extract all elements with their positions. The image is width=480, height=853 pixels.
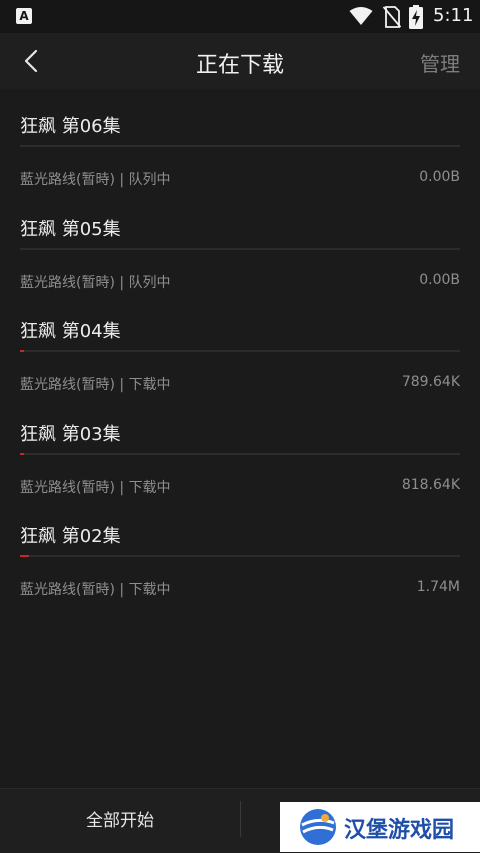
page-title: 正在下载 bbox=[195, 53, 284, 78]
no-sim-icon bbox=[383, 6, 401, 28]
wifi-icon bbox=[349, 7, 373, 25]
source-label: 藍光路线(暂時) bbox=[20, 377, 115, 393]
download-size: 0.00B bbox=[419, 169, 460, 185]
download-list: 狂飙 第06集 藍光路线(暂時) | 队列中 0.00B 狂飙 第05集 藍光路… bbox=[0, 89, 480, 602]
source-label: 藍光路线(暂時) bbox=[20, 479, 115, 496]
app-notification-icon: A bbox=[16, 8, 32, 24]
progress-bar bbox=[20, 145, 460, 147]
status-label: 队列中 bbox=[128, 172, 171, 188]
status-label: 下载中 bbox=[128, 582, 171, 598]
status-label: 下载中 bbox=[128, 479, 171, 496]
download-item-05[interactable]: 狂飙 第05集 藍光路线(暂時) | 队列中 0.00B bbox=[0, 192, 480, 295]
download-item-06[interactable]: 狂飙 第06集 藍光路线(暂時) | 队列中 0.00B bbox=[0, 89, 480, 192]
download-item-02[interactable]: 狂飙 第02集 藍光路线(暂時) | 下载中 1.74M bbox=[0, 499, 480, 602]
progress-fill bbox=[20, 555, 29, 557]
download-item-04[interactable]: 狂飙 第04集 藍光路线(暂時) | 下载中 789.64K bbox=[0, 294, 480, 397]
manage-button[interactable]: 管理 bbox=[420, 48, 460, 77]
download-title: 狂飙 第02集 bbox=[20, 526, 121, 547]
start-all-button[interactable]: 全部开始 bbox=[0, 789, 240, 853]
source-label: 藍光路线(暂時) bbox=[20, 172, 115, 188]
download-screen: A 5:11 正在下载 管理 狂飙 第06集 藍光路线(暂時) | 队列中 0.… bbox=[0, 0, 480, 853]
progress-bar bbox=[20, 555, 460, 557]
progress-bar bbox=[20, 452, 460, 455]
download-title: 狂飙 第04集 bbox=[20, 321, 121, 342]
download-source-status: 藍光路线(暂時) | 队列中 bbox=[20, 172, 171, 188]
download-source-status: 藍光路线(暂時) | 下载中 bbox=[20, 377, 171, 393]
download-item-03[interactable]: 狂飙 第03集 藍光路线(暂時) | 下载中 818.64K bbox=[0, 397, 480, 500]
download-size: 789.64K bbox=[401, 374, 460, 390]
source-label: 藍光路线(暂時) bbox=[20, 274, 115, 291]
status-label: 队列中 bbox=[128, 274, 171, 291]
progress-bar bbox=[20, 350, 460, 352]
source-label: 藍光路线(暂時) bbox=[20, 582, 115, 598]
battery-charging-icon bbox=[409, 5, 423, 29]
progress-fill bbox=[20, 452, 25, 455]
status-label: 下载中 bbox=[128, 377, 171, 393]
watermark: 汉堡游戏园 bbox=[280, 802, 480, 852]
progress-bar bbox=[20, 247, 460, 250]
app-header: 正在下载 管理 bbox=[0, 33, 480, 89]
watermark-text: 汉堡游戏园 bbox=[344, 818, 455, 843]
status-time: 5:11 bbox=[433, 5, 474, 26]
download-source-status: 藍光路线(暂時) | 队列中 bbox=[20, 274, 171, 291]
download-title: 狂飙 第06集 bbox=[20, 116, 121, 137]
download-title: 狂飙 第03集 bbox=[20, 423, 121, 445]
status-bar: A 5:11 bbox=[0, 0, 480, 33]
download-size: 1.74M bbox=[416, 579, 460, 595]
download-title: 狂飙 第05集 bbox=[20, 218, 121, 240]
download-size: 818.64K bbox=[401, 476, 460, 493]
watermark-logo-icon bbox=[300, 809, 336, 845]
download-source-status: 藍光路线(暂時) | 下载中 bbox=[20, 479, 171, 496]
download-source-status: 藍光路线(暂時) | 下载中 bbox=[20, 582, 171, 598]
progress-fill bbox=[20, 350, 25, 352]
download-size: 0.00B bbox=[419, 271, 460, 288]
